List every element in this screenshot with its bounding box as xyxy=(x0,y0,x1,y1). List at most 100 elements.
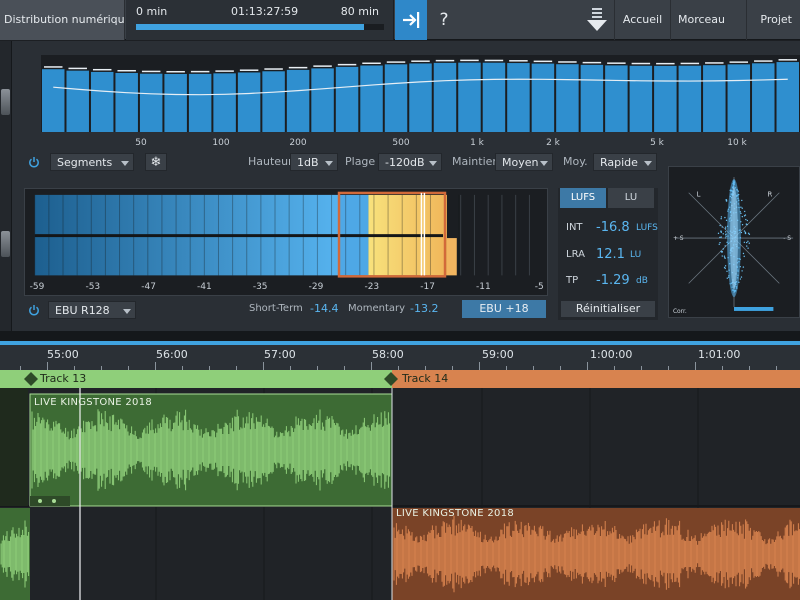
spectrum-bar xyxy=(66,70,89,132)
range-dropdown[interactable]: -120dB xyxy=(378,153,442,171)
readout-unit: LU xyxy=(630,250,642,260)
download-arrow-icon xyxy=(587,8,607,31)
ruler-tick xyxy=(371,362,372,370)
spectrum-bar xyxy=(311,68,334,132)
nav-projet-button[interactable]: Projet xyxy=(746,0,800,40)
clip-13-title: LIVE KINGSTONE 2018 xyxy=(34,397,153,408)
hold-value: Moyen xyxy=(502,156,539,169)
spectrum-peak-hold xyxy=(729,61,749,63)
height-dropdown[interactable]: 1dB xyxy=(290,153,338,171)
panel-splitter[interactable] xyxy=(0,331,800,341)
track-boundary-marker-icon[interactable] xyxy=(384,372,398,386)
loudness-tick-label: -59 xyxy=(29,282,45,292)
loudness-tick-label: -11 xyxy=(476,282,491,292)
loudness-tick-label: -35 xyxy=(252,282,268,292)
reset-button[interactable]: Réinitialiser xyxy=(560,300,656,318)
momentary-value: -13.2 xyxy=(410,302,439,315)
range-value: -120dB xyxy=(385,156,425,169)
readout-row-lra: LRA 12.1 LU xyxy=(566,245,656,265)
readout-key: TP xyxy=(566,275,579,286)
readout-unit: dB xyxy=(636,276,648,286)
spectrum-bar xyxy=(752,63,775,132)
spectrum-mode-value: Segments xyxy=(57,156,113,169)
spectrum-bar xyxy=(654,65,677,132)
hold-label: Maintien xyxy=(452,155,500,168)
momentary-label: Momentary xyxy=(348,303,406,314)
ruler-time-label: 56:00 xyxy=(156,348,188,361)
average-dropdown[interactable]: Rapide xyxy=(593,153,657,171)
frequency-tick-label: 100 xyxy=(212,138,230,148)
loudness-tick-label: -41 xyxy=(197,282,212,292)
loudness-power-icon[interactable] xyxy=(28,304,40,316)
spectrum-bar xyxy=(482,62,506,132)
spectrum-bar xyxy=(164,73,187,132)
ruler-tick xyxy=(155,362,156,370)
short-term-value: -14.4 xyxy=(310,302,339,315)
spectrum-bar xyxy=(776,62,799,132)
track-boundary-marker-icon[interactable] xyxy=(24,372,38,386)
progress-position-label: 01:13:27:59 xyxy=(231,5,299,18)
track-13-bar[interactable]: Track 13 xyxy=(30,370,392,388)
tab-lufs[interactable]: LUFS xyxy=(560,188,606,208)
audio-lanes: LIVE KINGSTONE 2018 LIVE KINGSTONE 2018 xyxy=(0,388,800,600)
spectrum-bar xyxy=(727,64,751,132)
help-button[interactable]: ? xyxy=(428,0,460,40)
spectrum-power-icon[interactable] xyxy=(28,156,40,168)
spectrum-bar xyxy=(409,63,432,132)
loudness-tick-label: -17 xyxy=(420,282,435,292)
spectrum-bar xyxy=(507,63,530,132)
loudness-tick-label: -23 xyxy=(364,282,380,292)
frequency-tick-label: 1 k xyxy=(470,138,484,148)
range-label: Plage xyxy=(345,155,376,168)
export-arrow-icon xyxy=(403,12,420,28)
fader-knob[interactable] xyxy=(1,89,10,115)
progress-bar[interactable] xyxy=(136,24,384,30)
average-label: Moy. xyxy=(563,155,588,168)
nav-morceau-button[interactable]: Morceau xyxy=(670,0,732,40)
snowflake-icon: ❄ xyxy=(150,155,162,170)
transport-progress: 0 min 01:13:27:59 80 min xyxy=(126,0,394,40)
readout-key: INT xyxy=(566,222,583,233)
spectrum-bar xyxy=(605,65,628,132)
ruler-time-label: 57:00 xyxy=(264,348,296,361)
spectrum-bar xyxy=(629,65,653,132)
spectrum-peak-hold xyxy=(386,61,406,63)
export-button[interactable] xyxy=(395,0,427,40)
spectrum-bar xyxy=(188,73,212,132)
tab-lu[interactable]: LU xyxy=(608,188,654,208)
spectrum-peak-hold xyxy=(558,61,577,63)
timeline-ruler[interactable]: 55:00 56:00 57:00 58:00 59:00 1:00:00 1:01:00 xyxy=(0,345,800,370)
readout-value: -16.8 xyxy=(596,220,630,235)
frequency-tick-label: 200 xyxy=(289,138,307,148)
ruler-tick xyxy=(587,362,588,370)
spectrum-peak-hold xyxy=(607,62,626,64)
freeze-button[interactable]: ❄ xyxy=(145,153,167,171)
ebu-scale-button[interactable]: EBU +18 xyxy=(462,300,546,318)
spectrum-bar xyxy=(458,62,481,132)
hold-dropdown[interactable]: Moyen xyxy=(495,153,553,171)
spectrum-mode-dropdown[interactable]: Segments xyxy=(50,153,134,171)
waveform-area[interactable] xyxy=(0,388,800,600)
nav-accueil-button[interactable]: Accueil xyxy=(614,0,670,40)
progress-start-label: 0 min xyxy=(136,5,168,18)
track-14-bar[interactable]: Track 14 xyxy=(392,370,800,388)
ruler-time-label: 55:00 xyxy=(47,348,79,361)
spectrum-peak-hold xyxy=(680,62,700,65)
loudness-tick-label: -53 xyxy=(85,282,101,292)
top-bar: Distribution numérique 0 min 01:13:27:59… xyxy=(0,0,800,40)
spectrum-peak-hold xyxy=(117,69,136,72)
fader-knob[interactable] xyxy=(1,231,10,257)
readout-unit: LUFS xyxy=(636,223,658,233)
download-button[interactable] xyxy=(580,0,614,40)
progress-end-label: 80 min xyxy=(340,5,379,18)
spectrum-bar xyxy=(42,69,65,132)
spectrum-peak-hold xyxy=(484,59,504,62)
frequency-tick-label: 500 xyxy=(392,138,410,148)
readout-value: -1.29 xyxy=(596,273,630,288)
readout-row-int: INT -16.8 LUFS xyxy=(566,218,658,238)
loudness-standard-dropdown[interactable]: EBU R128 xyxy=(48,301,136,319)
ruler-time-label: 58:00 xyxy=(372,348,404,361)
scope-minus-s-label: - S xyxy=(783,236,791,242)
spectrum-bar xyxy=(384,64,408,132)
spectrum-peak-hold xyxy=(460,59,479,62)
